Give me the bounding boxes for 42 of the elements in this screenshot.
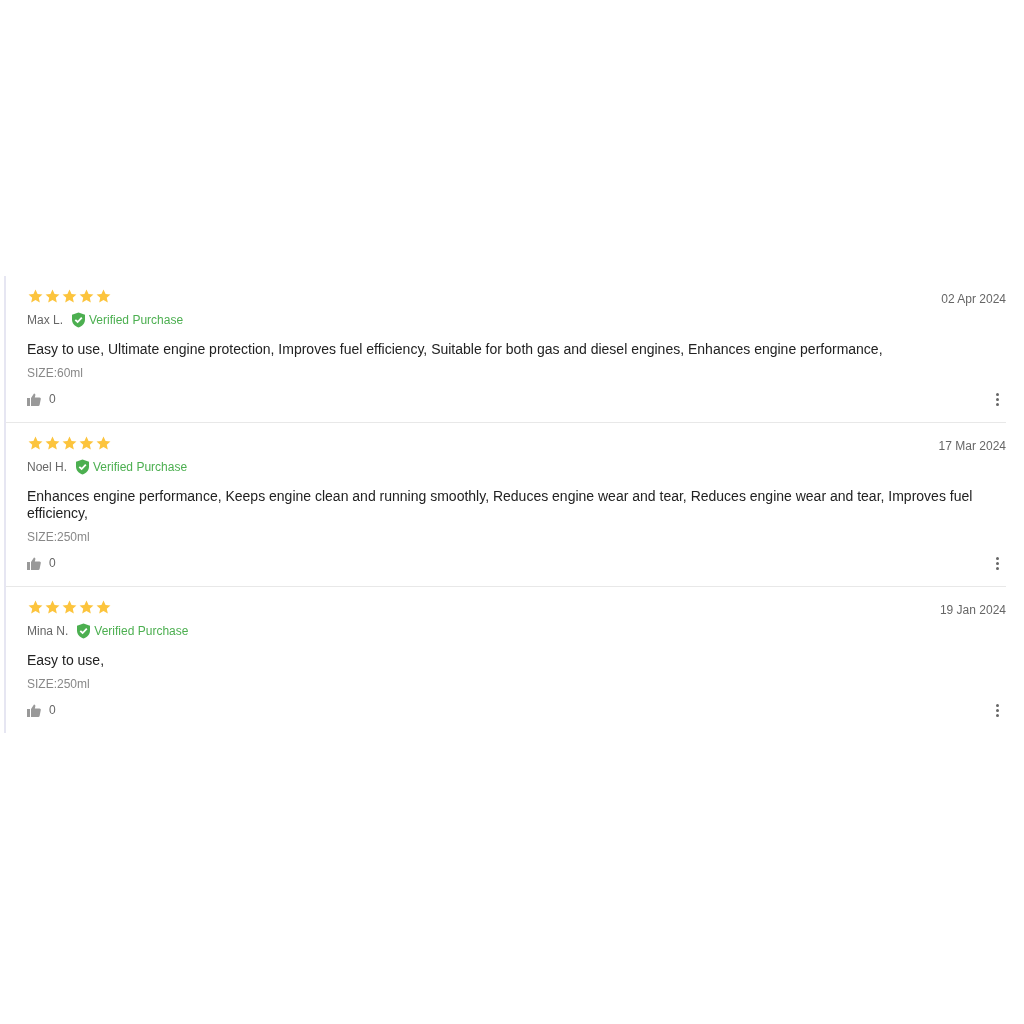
review-date: 02 Apr 2024	[941, 291, 1006, 308]
shield-check-icon	[76, 623, 92, 639]
star-icon	[95, 599, 112, 616]
author-name: Mina N.	[27, 623, 69, 640]
star-icon	[95, 288, 112, 305]
size-label: SIZE:250ml	[27, 676, 91, 693]
verified-label: Verified Purchase	[93, 459, 188, 476]
verified-label: Verified Purchase	[94, 623, 189, 640]
like-button[interactable]: 0	[27, 554, 56, 572]
star-icon	[44, 599, 61, 616]
review-date: 17 Mar 2024	[938, 438, 1006, 455]
star-icon	[44, 435, 61, 452]
star-icon	[78, 288, 95, 305]
star-icon	[95, 435, 112, 452]
review-text: Enhances engine performance, Keeps engine clean and running smoothly, Reduces engine wear and tear, Reduces engine wear and tear, Improves fuel efficiency,	[27, 488, 974, 522]
size-label: SIZE:250ml	[27, 529, 91, 546]
like-button[interactable]: 0	[27, 390, 56, 408]
star-icon	[61, 435, 78, 452]
author-name: Max L.	[27, 312, 63, 329]
more-icon[interactable]	[995, 703, 999, 717]
thumbs-up-icon	[27, 703, 41, 717]
star-icon	[61, 599, 78, 616]
star-icon	[27, 288, 44, 305]
star-icon	[78, 599, 95, 616]
thumbs-up-icon	[27, 556, 41, 570]
verified-label: Verified Purchase	[89, 312, 184, 329]
star-icon	[78, 435, 95, 452]
star-icon	[61, 288, 78, 305]
like-button[interactable]: 0	[27, 701, 56, 719]
star-icon	[44, 288, 61, 305]
star-icon	[27, 435, 44, 452]
review-date: 19 Jan 2024	[939, 602, 1006, 619]
review-text: Easy to use,	[27, 652, 106, 669]
more-icon[interactable]	[995, 556, 999, 570]
thumbs-up-icon	[27, 392, 41, 406]
review-text: Easy to use, Ultimate engine protection, Improves fuel efficiency, Suitable for both gas and diesel engines, Enhances engine performance,	[27, 341, 884, 358]
size-label: SIZE:60ml	[27, 365, 84, 382]
author-name: Noel H.	[27, 459, 67, 476]
shield-check-icon	[71, 312, 86, 328]
star-icon	[27, 599, 44, 616]
more-icon[interactable]	[995, 392, 999, 406]
shield-check-icon	[75, 459, 90, 475]
